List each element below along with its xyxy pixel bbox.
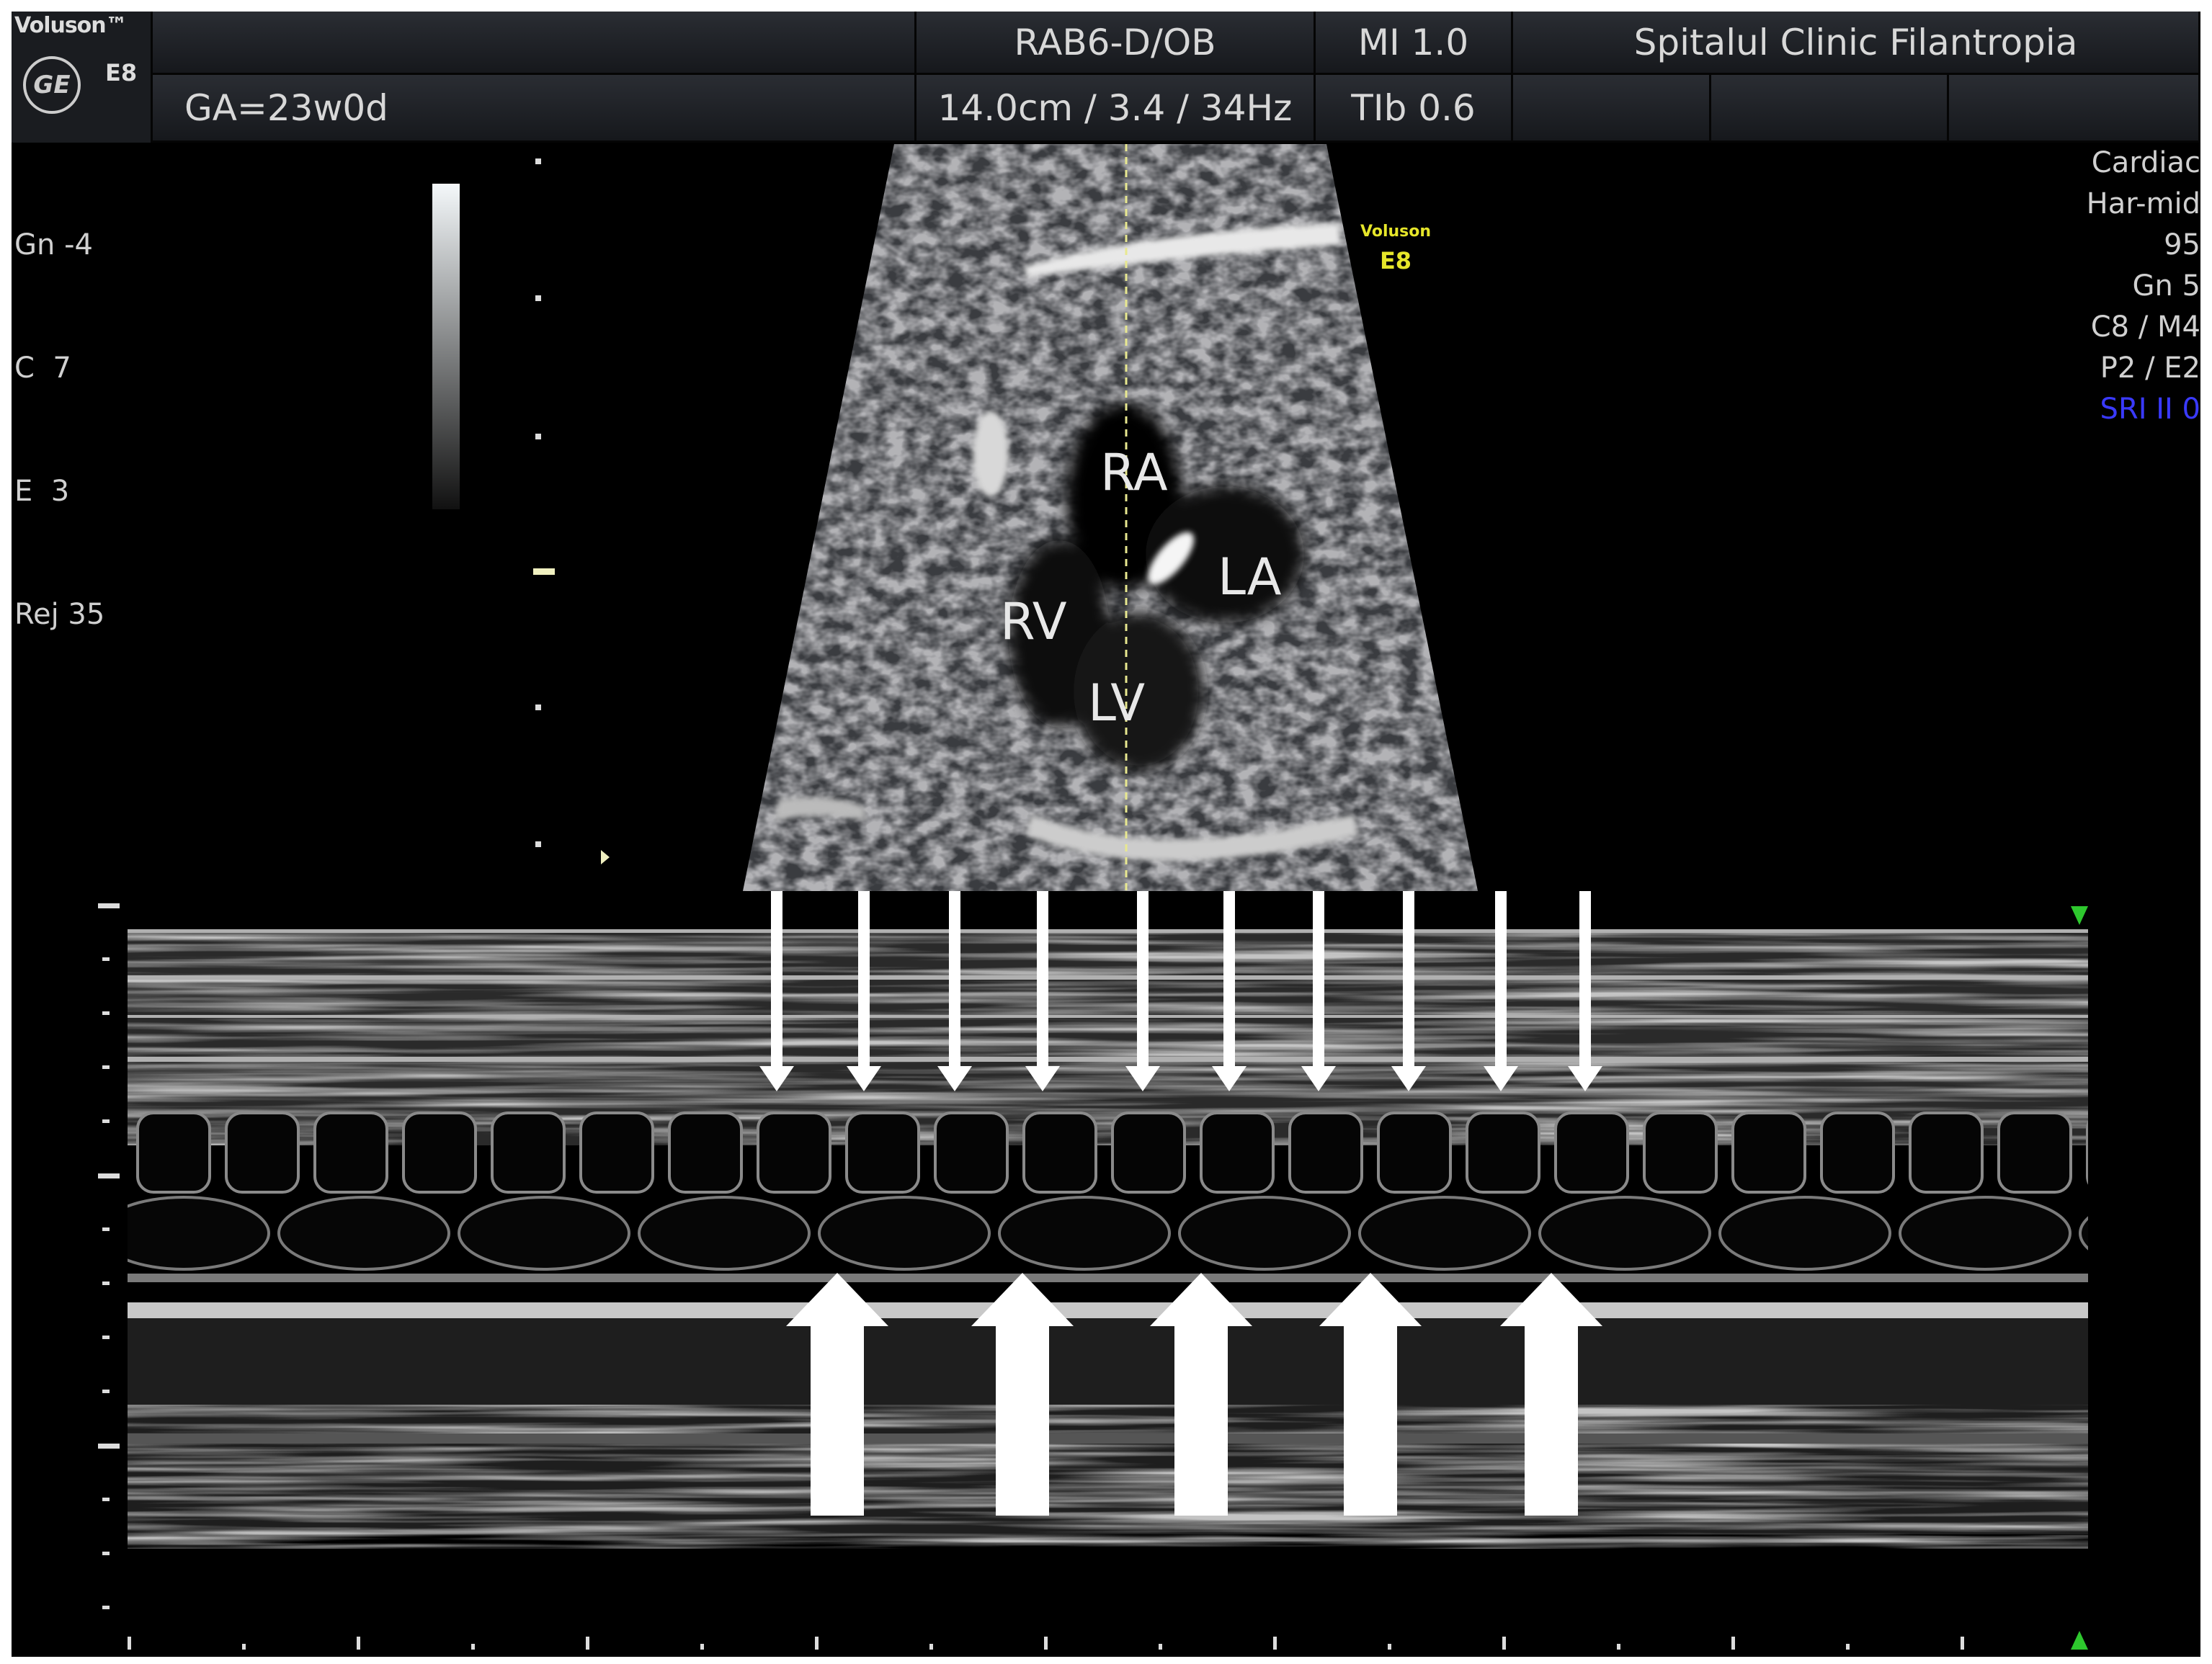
atrial-wall-cycle xyxy=(757,1111,831,1194)
time-tick xyxy=(929,1644,933,1650)
time-tick xyxy=(815,1637,819,1650)
m-mode-trace xyxy=(128,905,2088,1647)
time-tick xyxy=(357,1637,360,1650)
time-tick xyxy=(128,1637,131,1650)
contrast-param: C 7 xyxy=(14,352,71,385)
depth-tick xyxy=(98,1173,120,1178)
ventricular-wall-cycle xyxy=(128,1196,270,1271)
watermark-model: E8 xyxy=(1379,247,1412,274)
atrial-wall-cycle xyxy=(136,1111,211,1194)
m-mode-depth-ticks xyxy=(98,903,120,1609)
label-left-ventricle: LV xyxy=(1088,674,1146,733)
time-tick xyxy=(586,1637,589,1650)
ventricular-wall-cycle xyxy=(818,1196,991,1271)
ultrasound-image xyxy=(98,144,2088,1650)
ventricular-wall-cycle xyxy=(277,1196,450,1271)
depth-tick xyxy=(102,957,110,961)
depth-tick xyxy=(102,1281,110,1285)
persistence-param: P2 / E2 xyxy=(2100,352,2200,385)
ventricular-wall-cycle xyxy=(2079,1216,2088,1251)
atrial-wall-cycle xyxy=(934,1111,1009,1194)
depth-tick xyxy=(102,1390,110,1393)
atrial-wall-cycle xyxy=(1377,1111,1452,1194)
depth-tick xyxy=(98,903,120,908)
right-param-list: Cardiac Har-mid 95 Gn 5 C8 / M4 P2 / E2 … xyxy=(2087,143,2200,430)
time-tick xyxy=(700,1644,704,1650)
ventricular-wall-cycle xyxy=(1358,1196,1531,1271)
ventricular-wall-cycle xyxy=(638,1196,811,1271)
watermark-brand: Voluson xyxy=(1360,223,1432,241)
time-tick xyxy=(1731,1637,1735,1650)
atrial-wall-cycle xyxy=(1997,1111,2072,1194)
ventricular-wall-cycle xyxy=(1718,1196,1891,1271)
gain-param: Gn -4 xyxy=(14,228,93,261)
ventricular-wall-cycle xyxy=(998,1196,1171,1271)
atrial-wall-cycle xyxy=(1288,1111,1363,1194)
time-tick xyxy=(1617,1644,1620,1650)
preset-param: Cardiac xyxy=(2091,146,2200,179)
atrial-wall-cycle xyxy=(1022,1111,1097,1194)
atrial-wall-cycle xyxy=(845,1111,920,1194)
time-tick xyxy=(1502,1637,1506,1650)
atrial-wall-cycle xyxy=(491,1111,566,1194)
gain-param: Gn 5 xyxy=(2132,269,2200,303)
enhance-param: E 3 xyxy=(14,475,70,508)
reject-param: Rej 35 xyxy=(14,598,105,631)
harmonic-param: Har-mid xyxy=(2086,187,2200,220)
time-tick xyxy=(1273,1637,1277,1650)
left-param-list: Gn -4 C 7 E 3 Rej 35 xyxy=(14,143,104,676)
focus-marker-icon xyxy=(601,850,610,864)
depth-tick xyxy=(102,1336,110,1339)
atrial-wall-cycle xyxy=(1554,1111,1629,1194)
label-left-atrium: LA xyxy=(1218,547,1282,607)
atrial-wall-cycle xyxy=(2086,1120,2088,1185)
atrial-wall-cycle xyxy=(313,1111,388,1194)
time-tick xyxy=(1044,1637,1048,1650)
depth-tick xyxy=(102,1606,110,1609)
ventricular-wall-cycle xyxy=(1538,1196,1711,1271)
depth-tick xyxy=(102,1227,110,1231)
ventricular-wall-cycle xyxy=(1899,1196,2071,1271)
atrial-wall-cycle xyxy=(225,1111,300,1194)
depth-tick xyxy=(102,1498,110,1501)
label-right-atrium: RA xyxy=(1100,443,1168,502)
atrial-wall-cycle xyxy=(668,1111,743,1194)
ventricular-wall-cycle xyxy=(458,1196,630,1271)
atrial-wall-cycle xyxy=(1909,1111,1984,1194)
atrial-wall-cycle xyxy=(1111,1111,1186,1194)
atrial-wall-cycle xyxy=(1731,1111,1806,1194)
map-param: C8 / M4 xyxy=(2090,310,2200,344)
time-tick xyxy=(1846,1644,1850,1650)
atrial-wall-cycle xyxy=(1200,1111,1275,1194)
atrial-wall-cycle xyxy=(402,1111,477,1194)
atrial-wall-cycle xyxy=(1643,1111,1718,1194)
depth-tick xyxy=(98,1444,120,1449)
depth-tick xyxy=(102,1011,110,1015)
voluson-watermark: Voluson E8 xyxy=(1360,218,1431,275)
depth-scale xyxy=(533,158,555,847)
time-tick xyxy=(1159,1644,1162,1650)
time-tick xyxy=(471,1644,475,1650)
sri-param: SRI II 0 xyxy=(2100,393,2200,426)
label-right-ventricle: RV xyxy=(1000,592,1067,651)
time-tick xyxy=(1961,1637,1964,1650)
ventricular-wall-cycle xyxy=(1178,1196,1351,1271)
grayscale-bar xyxy=(432,184,460,509)
time-tick xyxy=(1388,1644,1391,1650)
depth-tick xyxy=(102,1119,110,1123)
atrial-wall-cycle xyxy=(1820,1111,1895,1194)
depth-tick xyxy=(102,1065,110,1069)
power-param: 95 xyxy=(2164,228,2200,261)
depth-tick xyxy=(102,1552,110,1555)
atrial-wall-cycle xyxy=(1466,1111,1540,1194)
time-tick xyxy=(242,1644,246,1650)
atrial-wall-cycle xyxy=(579,1111,654,1194)
